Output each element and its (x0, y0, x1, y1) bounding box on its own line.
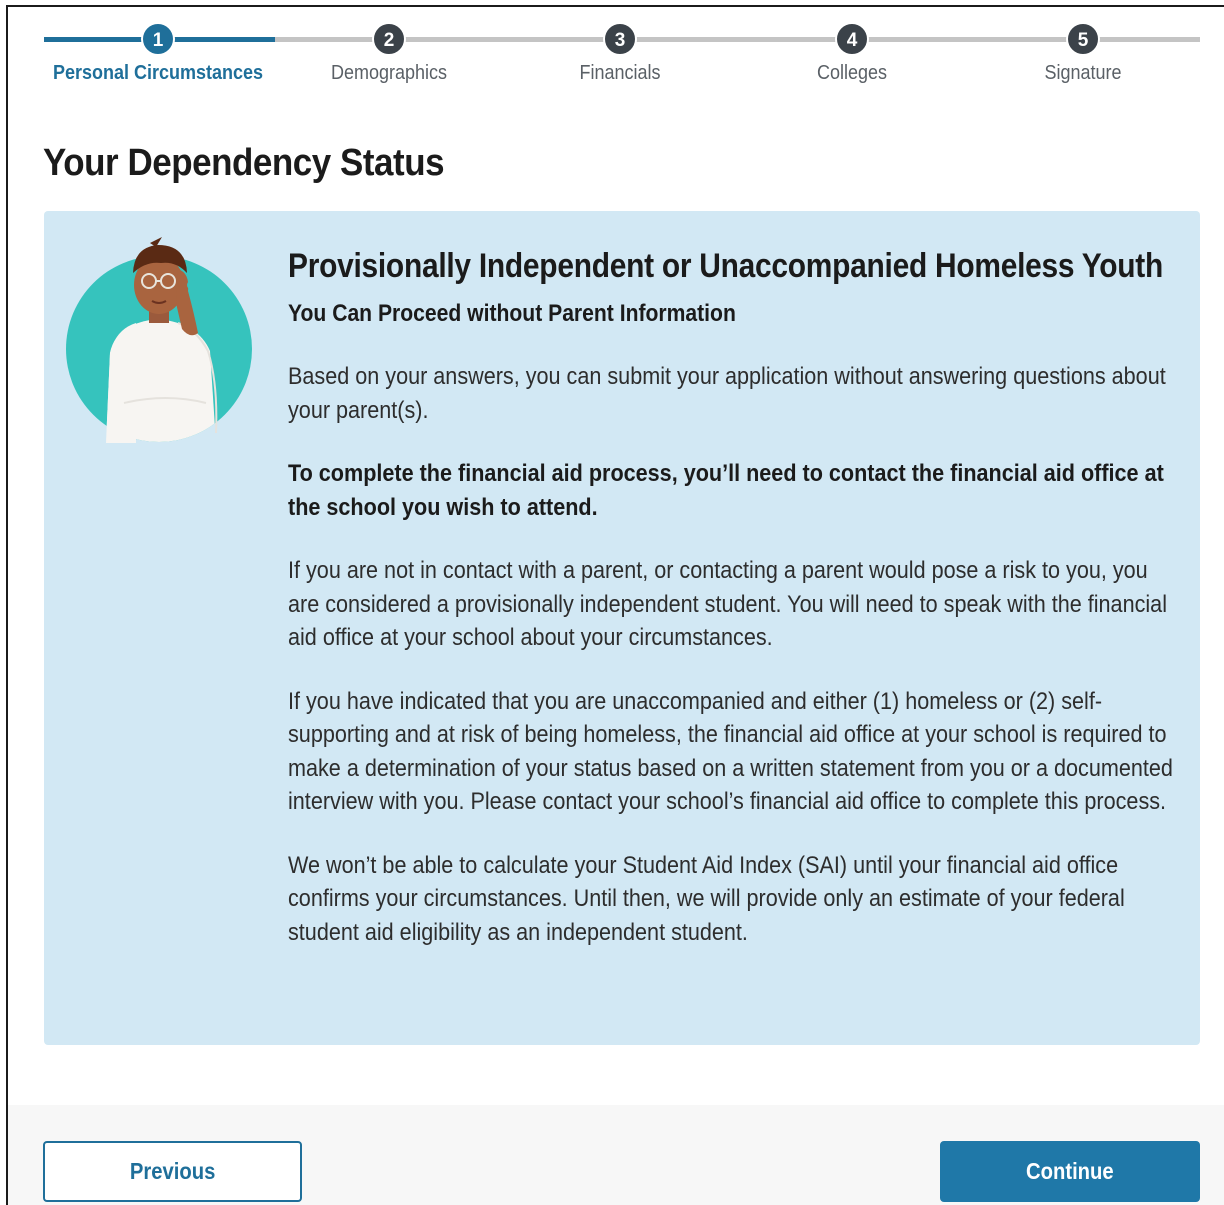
continue-button-label: Continue (1026, 1158, 1114, 1184)
step-personal-circumstances[interactable]: 1 Personal Circumstances (38, 22, 278, 85)
panel-heading: Provisionally Independent or Unaccompani… (288, 247, 1163, 285)
step-demographics[interactable]: 2 Demographics (269, 22, 509, 85)
step-colleges[interactable]: 4 Colleges (732, 22, 972, 85)
panel-subheading: You Can Proceed without Parent Informati… (288, 300, 736, 327)
step-number: 3 (603, 22, 637, 56)
step-signature[interactable]: 5 Signature (963, 22, 1203, 85)
step-number: 2 (372, 22, 406, 56)
continue-button[interactable]: Continue (940, 1141, 1200, 1202)
panel-paragraph-emphasis: To complete the financial aid process, y… (288, 460, 1164, 521)
panel-paragraph: Based on your answers, you can submit yo… (288, 363, 1166, 424)
step-financials[interactable]: 3 Financials (500, 22, 740, 85)
step-number: 1 (141, 22, 175, 56)
step-label: Financials (579, 62, 661, 84)
step-number: 5 (1066, 22, 1100, 56)
previous-button-label: Previous (129, 1158, 216, 1184)
previous-button[interactable]: Previous (43, 1141, 302, 1202)
progress-stepper: 1 Personal Circumstances 2 Demographics … (44, 22, 1200, 102)
step-label: Demographics (330, 62, 448, 84)
step-label: Colleges (816, 62, 888, 84)
panel-content: Provisionally Independent or Unaccompani… (288, 247, 1178, 949)
step-number: 4 (835, 22, 869, 56)
thinking-person-icon (66, 237, 252, 443)
dependency-status-panel: Provisionally Independent or Unaccompani… (44, 211, 1200, 1045)
panel-paragraph: If you are not in contact with a parent,… (288, 557, 1167, 651)
panel-paragraph: If you have indicated that you are unacc… (288, 687, 1173, 816)
step-label: Signature (1044, 62, 1122, 84)
step-label: Personal Circumstances (52, 62, 264, 84)
page-title: Your Dependency Status (43, 142, 445, 184)
panel-paragraph: We won’t be able to calculate your Stude… (288, 851, 1125, 946)
